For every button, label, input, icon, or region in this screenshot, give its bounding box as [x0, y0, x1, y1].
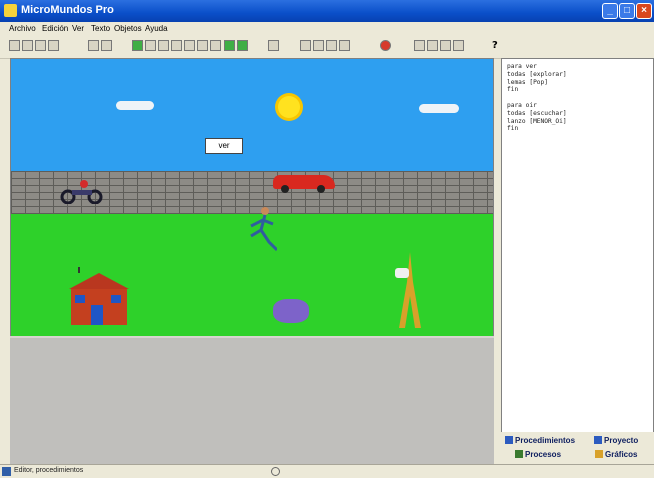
status-text: Editor, procedimientos: [14, 467, 84, 474]
tab-graficos[interactable]: Gráficos: [595, 449, 637, 461]
runner-turtle[interactable]: [241, 206, 277, 258]
procedures-panel[interactable]: para ver todas [explorar] lemas [Pop] fi…: [501, 58, 654, 434]
tab-procedimientos[interactable]: Procedimientos: [505, 435, 575, 447]
empty-workspace: [10, 336, 494, 466]
graphics-icon: [595, 450, 603, 458]
tab-procesos[interactable]: Procesos: [515, 449, 561, 461]
paste-icon[interactable]: [313, 40, 324, 51]
save-icon[interactable]: [35, 40, 46, 51]
car-turtle[interactable]: [273, 175, 335, 193]
print-icon[interactable]: [48, 40, 59, 51]
menu-ver[interactable]: Ver: [72, 24, 84, 33]
status-bar: Editor, procedimientos: [0, 464, 654, 478]
toolbar: ?: [0, 36, 654, 59]
maximize-button[interactable]: □: [619, 3, 635, 19]
new-icon[interactable]: [9, 40, 20, 51]
minimize-button[interactable]: _: [602, 3, 618, 19]
eiffel-tower-turtle[interactable]: [387, 252, 433, 328]
paste-icon-2[interactable]: [427, 40, 438, 51]
dropper-icon-2[interactable]: [440, 40, 451, 51]
tab-proyecto[interactable]: Proyecto: [594, 435, 638, 447]
processes-icon: [515, 450, 523, 458]
cloud-left: [116, 101, 154, 110]
menu-archivo[interactable]: Archivo: [9, 24, 36, 33]
zoom-icon[interactable]: [237, 40, 248, 51]
cloud-right: [419, 104, 459, 113]
turtle-icon[interactable]: [132, 40, 143, 51]
shape-icon[interactable]: [210, 40, 221, 51]
title-bar: MicroMundos Pro _ □ ×: [0, 0, 654, 22]
flower-turtle[interactable]: [273, 299, 309, 323]
status-icon: [2, 467, 11, 476]
paint-icon[interactable]: [145, 40, 156, 51]
dropper-icon[interactable]: [326, 40, 337, 51]
undo-icon-2[interactable]: [453, 40, 464, 51]
ver-button[interactable]: ver: [205, 138, 243, 154]
house-turtle[interactable]: [65, 267, 133, 325]
menu-ayuda[interactable]: Ayuda: [145, 24, 168, 33]
sky-background: [11, 59, 493, 171]
menu-texto[interactable]: Texto: [91, 24, 110, 33]
menu-bar: Archivo Edición Ver Texto Objetos Ayuda: [0, 22, 654, 36]
slider-icon[interactable]: [184, 40, 195, 51]
app-icon: [4, 4, 17, 17]
procedures-code[interactable]: para ver todas [explorar] lemas [Pop] fi…: [507, 63, 567, 133]
help-icon[interactable]: ?: [492, 40, 503, 51]
undo-icon[interactable]: [339, 40, 350, 51]
open-icon[interactable]: [22, 40, 33, 51]
pencil-icon[interactable]: [414, 40, 425, 51]
pointer-icon[interactable]: [224, 40, 235, 51]
music-icon[interactable]: [197, 40, 208, 51]
project-canvas[interactable]: ver: [10, 58, 494, 338]
sun-icon[interactable]: [278, 96, 300, 118]
zoom-icon-status[interactable]: [271, 467, 280, 476]
stop-icon[interactable]: [380, 40, 391, 51]
panel-tabs: Procedimientos Proyecto Procesos Gráfico…: [501, 432, 654, 464]
close-button[interactable]: ×: [636, 3, 652, 19]
copy-icon[interactable]: [101, 40, 112, 51]
text-icon[interactable]: [158, 40, 169, 51]
procedures-icon: [505, 436, 513, 444]
motorcycle-turtle[interactable]: [60, 180, 104, 204]
project-icon: [594, 436, 602, 444]
menu-edicion[interactable]: Edición: [42, 24, 68, 33]
stamp-icon[interactable]: [268, 40, 279, 51]
window-title: MicroMundos Pro: [21, 4, 114, 16]
menu-objetos[interactable]: Objetos: [114, 24, 142, 33]
eraser-icon[interactable]: [300, 40, 311, 51]
button-icon[interactable]: [171, 40, 182, 51]
cut-icon[interactable]: [88, 40, 99, 51]
